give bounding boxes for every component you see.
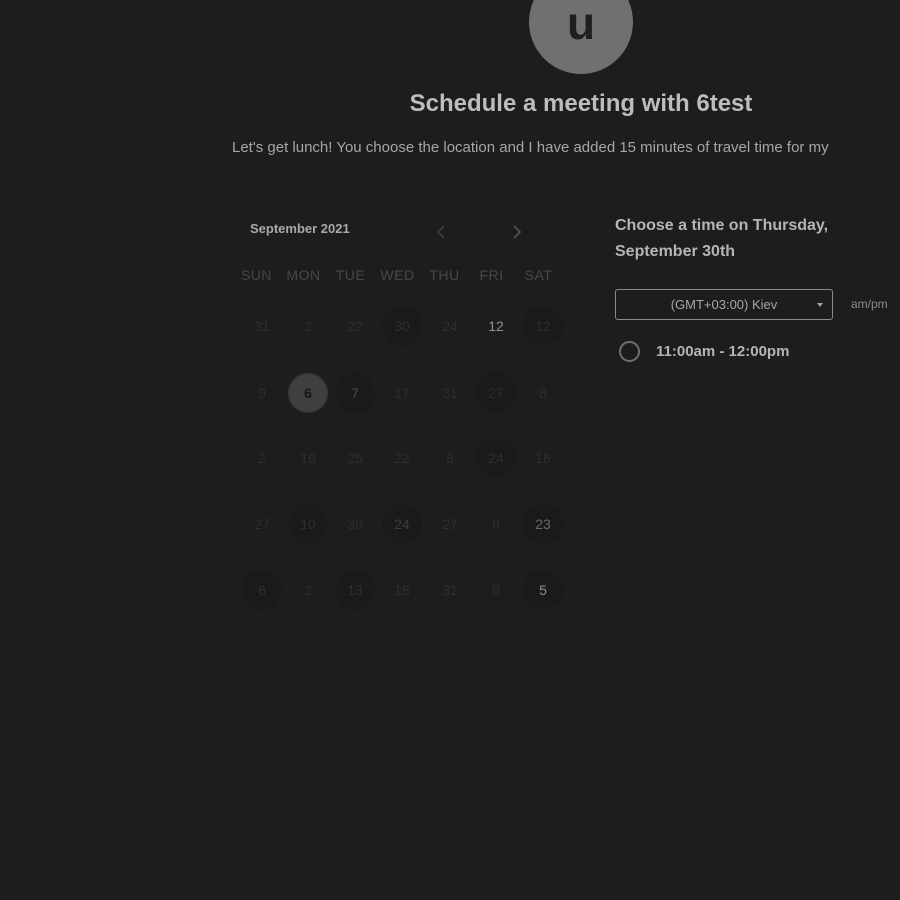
calendar-day[interactable]: 30 xyxy=(335,504,375,544)
avatar: u xyxy=(529,0,633,74)
weekday-label: SAT xyxy=(524,267,553,283)
calendar-day[interactable]: 16 xyxy=(288,438,328,478)
calendar-day[interactable]: 8 xyxy=(430,438,470,478)
chevron-left-icon xyxy=(436,225,445,239)
calendar-day[interactable]: 22 xyxy=(335,306,375,346)
calendar-day[interactable]: 8 xyxy=(523,373,563,413)
calendar-day[interactable]: 13 xyxy=(335,570,375,610)
timezone-select[interactable]: (GMT+03:00) Kiev xyxy=(615,289,833,320)
weekday-label: TUE xyxy=(335,267,366,283)
calendar-day[interactable]: 27 xyxy=(476,373,516,413)
time-slot[interactable]: 11:00am - 12:00pm xyxy=(619,341,789,362)
calendar-day[interactable]: 8 xyxy=(476,570,516,610)
meeting-description: Let's get lunch! You choose the location… xyxy=(232,139,829,156)
calendar-day[interactable]: 7 xyxy=(335,373,375,413)
calendar-day[interactable]: 2 xyxy=(288,570,328,610)
calendar-day[interactable]: 31 xyxy=(430,373,470,413)
caret-down-icon xyxy=(817,303,823,307)
calendar-day[interactable]: 2 xyxy=(288,306,328,346)
calendar-day[interactable]: 9 xyxy=(242,373,282,413)
calendar-day[interactable]: 16 xyxy=(523,438,563,478)
calendar-day[interactable]: 31 xyxy=(242,306,282,346)
weekday-header: SUN MON TUE WED THU FRI SAT xyxy=(233,267,562,283)
weekday-label: WED xyxy=(380,267,415,283)
time-panel-title: Choose a time on Thursday, September 30t… xyxy=(615,217,829,260)
calendar-day[interactable]: 24 xyxy=(382,504,422,544)
time-slot-label: 11:00am - 12:00pm xyxy=(656,343,790,360)
weekday-label: THU xyxy=(429,267,460,283)
weekday-label: SUN xyxy=(240,267,273,283)
chevron-right-icon xyxy=(513,225,522,239)
calendar-day[interactable]: 18 xyxy=(382,570,422,610)
scheduling-page: u Schedule a meeting with 6test Let's ge… xyxy=(0,0,900,900)
calendar-day[interactable]: 24 xyxy=(430,306,470,346)
timezone-value: (GMT+03:00) Kiev xyxy=(670,297,778,312)
calendar-day[interactable]: 25 xyxy=(335,438,375,478)
calendar-day[interactable]: 22 xyxy=(382,438,422,478)
calendar-day[interactable]: 5 xyxy=(523,570,563,610)
calendar-day[interactable]: 27 xyxy=(430,504,470,544)
ampm-toggle[interactable]: am/pm xyxy=(851,297,888,311)
prev-month-button[interactable] xyxy=(429,220,453,244)
calendar-day-selected[interactable]: 6 xyxy=(288,373,328,413)
calendar-day[interactable]: 2 xyxy=(242,438,282,478)
calendar-month-label: September 2021 xyxy=(250,221,350,236)
calendar-day[interactable]: 31 xyxy=(430,570,470,610)
weekday-label: MON xyxy=(286,267,321,283)
calendar-day[interactable]: 27 xyxy=(242,504,282,544)
calendar-day[interactable]: 23 xyxy=(523,504,563,544)
calendar-day[interactable]: 30 xyxy=(382,306,422,346)
calendar-day[interactable]: 24 xyxy=(476,438,516,478)
calendar-day[interactable]: 8 xyxy=(476,504,516,544)
avatar-initial: u xyxy=(566,0,596,49)
page-title: Schedule a meeting with 6test xyxy=(409,90,753,117)
weekday-label: FRI xyxy=(479,267,504,283)
calendar-day[interactable]: 12 xyxy=(523,306,563,346)
next-month-button[interactable] xyxy=(505,220,529,244)
calendar-day[interactable]: 10 xyxy=(288,504,328,544)
calendar-day[interactable]: 6 xyxy=(242,570,282,610)
calendar-day[interactable]: 17 xyxy=(382,373,422,413)
calendar-day[interactable]: 12 xyxy=(476,306,516,346)
radio-icon[interactable] xyxy=(619,341,640,362)
